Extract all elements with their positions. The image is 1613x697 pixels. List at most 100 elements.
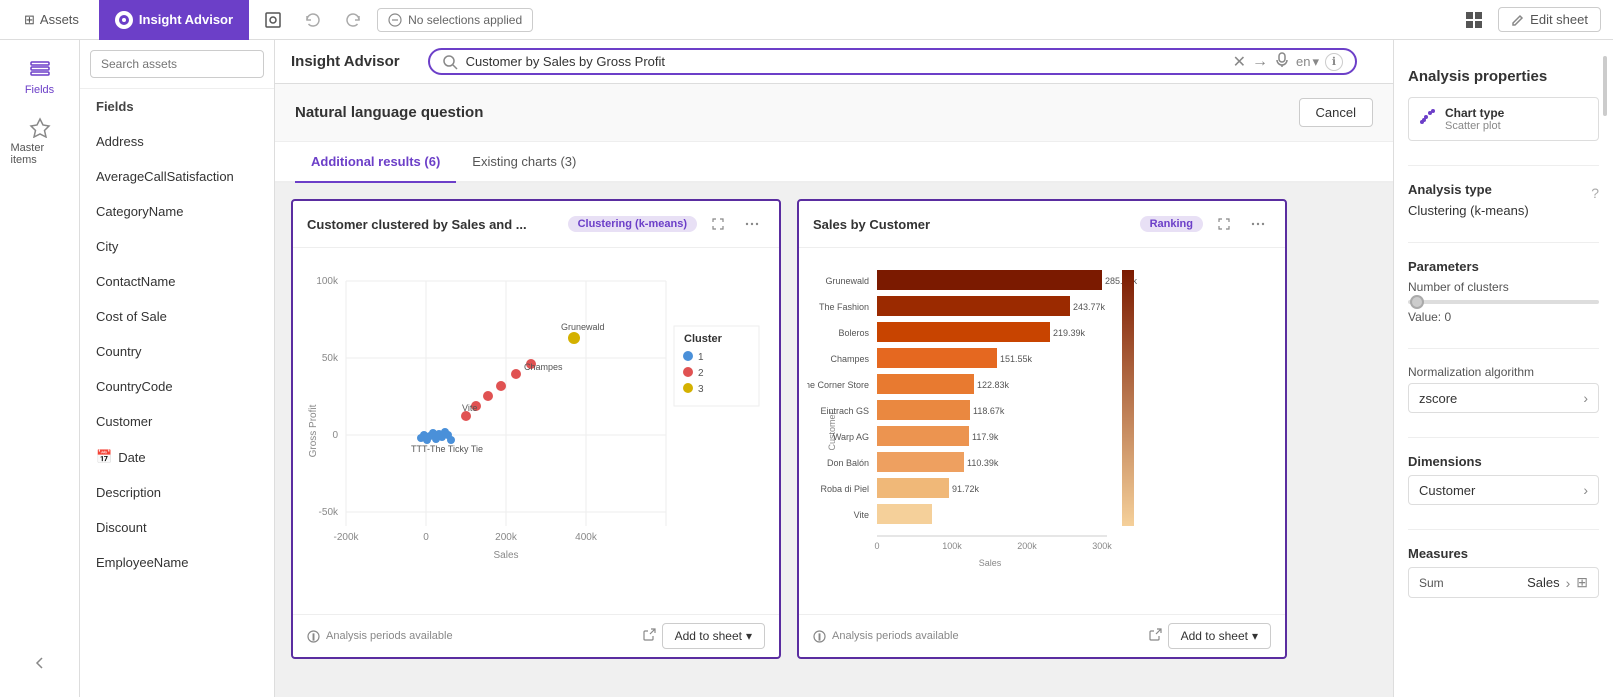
rp-clusters-label: Number of clusters xyxy=(1408,280,1599,294)
field-item-date[interactable]: 📅 Date xyxy=(80,439,274,475)
search-bar: ✕ → en ▾ ℹ xyxy=(428,48,1357,75)
bar-more-btn[interactable] xyxy=(1245,211,1271,237)
rp-measures-grid-icon[interactable]: ⊞ xyxy=(1576,574,1588,591)
charts-area: Customer clustered by Sales and ... Clus… xyxy=(275,183,1393,697)
field-item-city[interactable]: City xyxy=(80,229,274,264)
rp-analysis-help[interactable]: ? xyxy=(1591,185,1599,201)
divider-4 xyxy=(1408,437,1599,438)
rp-parameters-title: Parameters xyxy=(1408,259,1599,274)
svg-text:Cluster: Cluster xyxy=(684,333,723,345)
undo-icon-btn[interactable] xyxy=(297,4,329,36)
svg-text:The Fashion: The Fashion xyxy=(819,302,869,312)
rp-norm-row[interactable]: zscore › xyxy=(1408,383,1599,413)
bar-footer-info: Analysis periods available xyxy=(832,630,1142,642)
tab-existing-charts[interactable]: Existing charts (3) xyxy=(456,142,592,183)
svg-text:Boleros: Boleros xyxy=(838,328,869,338)
rp-measures-agg: Sum xyxy=(1419,576,1521,590)
cancel-button[interactable]: Cancel xyxy=(1299,98,1373,127)
field-item-contactname[interactable]: ContactName xyxy=(80,264,274,299)
svg-text:100k: 100k xyxy=(942,541,962,551)
scatter-plot-svg: 100k 50k 0 -50k Gross Profit xyxy=(301,256,771,596)
svg-text:Champes: Champes xyxy=(524,362,563,372)
search-input[interactable] xyxy=(90,50,264,78)
svg-text:200k: 200k xyxy=(1017,541,1037,551)
field-item-costofsale[interactable]: Cost of Sale xyxy=(80,299,274,334)
scatter-link-icon[interactable] xyxy=(642,628,656,645)
bar-chart-card: Sales by Customer Ranking Customer xyxy=(797,199,1287,659)
rp-analysis-title: Analysis type xyxy=(1408,182,1492,197)
bar-link-icon[interactable] xyxy=(1148,628,1162,645)
field-item-categoryname[interactable]: CategoryName xyxy=(80,194,274,229)
scatter-chart-body: 100k 50k 0 -50k Gross Profit xyxy=(293,248,779,614)
bar-add-sheet-btn[interactable]: Add to sheet ▾ xyxy=(1168,623,1271,649)
svg-text:0: 0 xyxy=(332,430,338,441)
field-item-employeename[interactable]: EmployeeName xyxy=(80,545,274,580)
svg-text:i: i xyxy=(819,633,821,642)
svg-text:Grunewald: Grunewald xyxy=(825,276,869,286)
field-item-address[interactable]: Address xyxy=(80,124,274,159)
field-item-countrycode[interactable]: CountryCode xyxy=(80,369,274,404)
rp-slider-thumb[interactable] xyxy=(1410,295,1424,309)
main-content: Insight Advisor ✕ → en ▾ ℹ xyxy=(275,40,1393,697)
bar-expand-btn[interactable] xyxy=(1211,211,1237,237)
rp-slider[interactable] xyxy=(1408,300,1599,304)
lang-selector[interactable]: en ▾ xyxy=(1296,54,1319,70)
arrow-icon[interactable]: → xyxy=(1252,53,1268,71)
clear-icon[interactable]: ✕ xyxy=(1233,52,1246,72)
rp-analysis-section: Analysis type ? Clustering (k-means) xyxy=(1408,182,1599,218)
svg-text:-50k: -50k xyxy=(319,507,339,518)
scatter-chart-card: Customer clustered by Sales and ... Clus… xyxy=(291,199,781,659)
edit-sheet-btn[interactable]: Edit sheet xyxy=(1498,7,1601,32)
svg-text:TTT-The Ticky Tie: TTT-The Ticky Tie xyxy=(411,444,483,454)
bar-chart-badge: Ranking xyxy=(1140,216,1203,232)
svg-text:-200k: -200k xyxy=(333,532,359,543)
fields-header-label: Fields xyxy=(96,99,134,114)
collapse-sidebar-btn[interactable] xyxy=(24,647,56,679)
scatter-chart-header: Customer clustered by Sales and ... Clus… xyxy=(293,201,779,248)
svg-text:Champes: Champes xyxy=(830,354,869,364)
scatter-add-sheet-btn[interactable]: Add to sheet ▾ xyxy=(662,623,765,649)
nlq-title: Natural language question xyxy=(295,104,483,121)
nlq-bar: Natural language question Cancel xyxy=(275,84,1393,142)
screenshot-icon-btn[interactable] xyxy=(257,4,289,36)
search-input-main[interactable] xyxy=(458,50,1233,73)
field-item-customer[interactable]: Customer xyxy=(80,404,274,439)
field-item-description[interactable]: Description xyxy=(80,475,274,510)
divider-2 xyxy=(1408,242,1599,243)
rp-analysis-value: Clustering (k-means) xyxy=(1408,203,1599,218)
field-item-country[interactable]: Country xyxy=(80,334,274,369)
redo-icon-btn[interactable] xyxy=(337,4,369,36)
scatter-more-btn[interactable] xyxy=(739,211,765,237)
svg-text:400k: 400k xyxy=(575,532,598,543)
lang-label: en xyxy=(1296,54,1310,69)
rp-measures-chevron: › xyxy=(1566,575,1571,591)
mic-icon[interactable] xyxy=(1274,52,1290,71)
insight-advisor-tab[interactable]: Insight Advisor xyxy=(99,0,249,40)
bar-chart-title: Sales by Customer xyxy=(813,217,1132,232)
svg-text:100k: 100k xyxy=(316,276,339,287)
assets-tab[interactable]: ⊞ Assets xyxy=(12,12,91,28)
svg-text:Customer: Customer xyxy=(827,411,837,450)
sidebar-item-fields[interactable]: Fields xyxy=(5,50,75,104)
fields-panel: Fields Address AverageCallSatisfaction C… xyxy=(80,40,275,697)
tab-additional-results[interactable]: Additional results (6) xyxy=(295,142,456,183)
rp-chart-type-labels: Chart type Scatter plot xyxy=(1445,106,1504,132)
sidebar-item-master-items[interactable]: Master items xyxy=(5,108,75,174)
grid-layout-btn[interactable] xyxy=(1458,4,1490,36)
no-selections-badge[interactable]: No selections applied xyxy=(377,8,533,32)
top-bar: ⊞ Assets Insight Advisor No selections a… xyxy=(0,0,1613,40)
scatter-expand-btn[interactable] xyxy=(705,211,731,237)
field-item-discount[interactable]: Discount xyxy=(80,510,274,545)
scatter-chart-icon xyxy=(1417,107,1437,132)
bar-chart-footer: i Analysis periods available Add to shee… xyxy=(799,614,1285,657)
rp-dimensions-section: Dimensions Customer › xyxy=(1408,454,1599,505)
svg-text:Vite: Vite xyxy=(854,510,869,520)
rp-dimension-value: Customer xyxy=(1419,483,1475,498)
rp-measures-title: Measures xyxy=(1408,546,1599,561)
field-item-avgcall[interactable]: AverageCallSatisfaction xyxy=(80,159,274,194)
info-icon[interactable]: ℹ xyxy=(1325,53,1343,71)
right-panel-scroll[interactable] xyxy=(1603,56,1607,116)
fields-search xyxy=(80,40,274,89)
rp-dimension-row[interactable]: Customer › xyxy=(1408,475,1599,505)
ia-logo-icon xyxy=(115,11,133,29)
